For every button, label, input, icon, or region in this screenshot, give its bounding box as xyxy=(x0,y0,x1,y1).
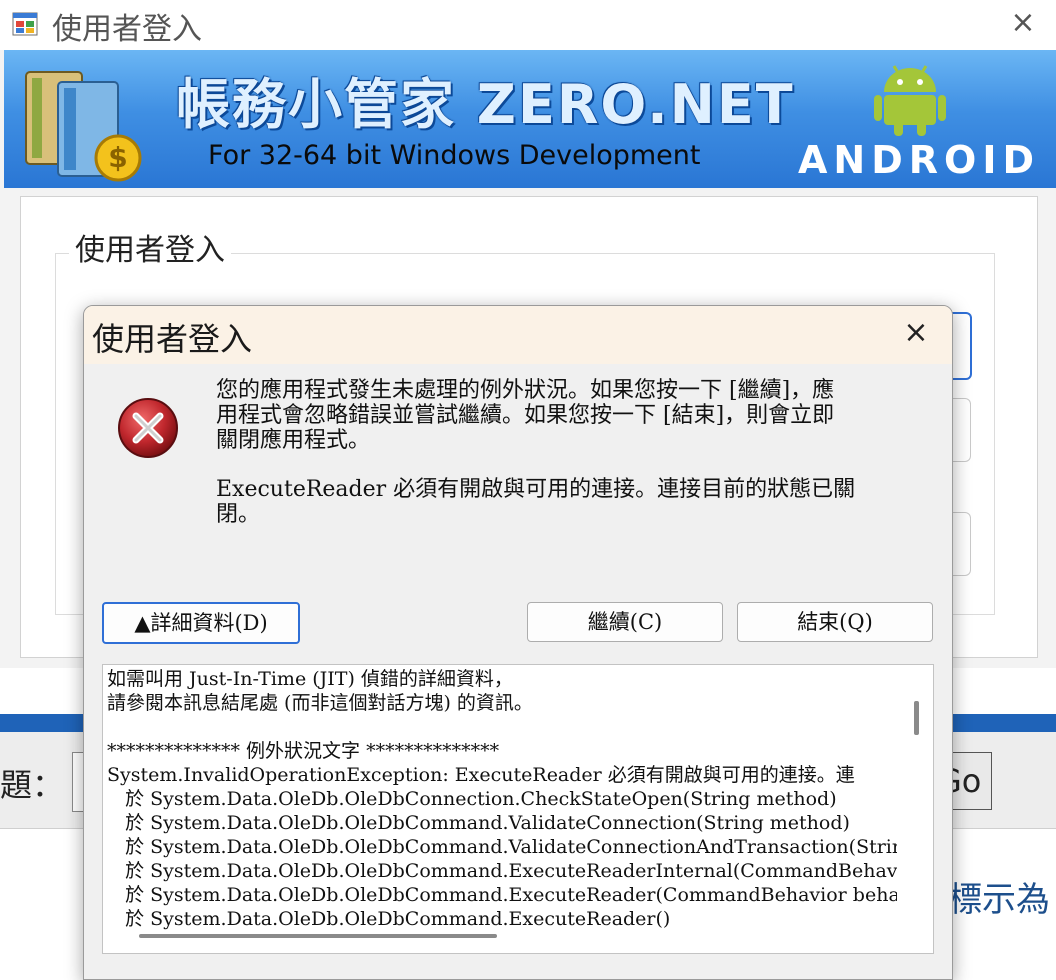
android-robot-icon xyxy=(874,65,946,136)
details-textbox[interactable]: 如需叫用 Just-In-Time (JIT) 偵錯的詳細資料， 請參閱本訊息結… xyxy=(102,664,934,954)
error-dialog-titlebar: 使用者登入 × xyxy=(84,306,952,364)
details-line: System.InvalidOperationException: Execut… xyxy=(107,764,855,786)
svg-text:$: $ xyxy=(108,141,127,174)
background-field-label: 題： xyxy=(0,766,65,804)
details-line: 如需叫用 Just-In-Time (JIT) 偵錯的詳細資料， xyxy=(107,668,513,690)
vertical-scrollbar-thumb[interactable] xyxy=(914,701,919,735)
error-detail-line: 閉。 xyxy=(216,502,261,527)
error-dialog: 使用者登入 × 您的應用程式發生未處理的例外狀況。如果您按一下 [繼續]，應 用… xyxy=(83,305,953,980)
login-group-label: 使用者登入 xyxy=(69,225,231,269)
details-line: 於 System.Data.OleDb.OleDbCommand.Validat… xyxy=(107,836,897,858)
login-window-close-button[interactable]: × xyxy=(1006,4,1040,42)
details-line: 於 System.Data.OleDb.OleDbCommand.Execute… xyxy=(107,860,897,882)
continue-button[interactable]: 繼續(C) xyxy=(527,602,723,642)
banner-title: 帳務小管家 ZERO.NET xyxy=(176,73,795,136)
details-line: 於 System.Data.OleDb.OleDbCommand.Execute… xyxy=(107,908,671,930)
details-line: 於 System.Data.OleDb.OleDbCommand.Execute… xyxy=(107,884,897,906)
error-message-line: 用程式會忽略錯誤並嘗試繼續。如果您按一下 [結束]，則會立即 xyxy=(216,403,835,428)
error-message-line: 關閉應用程式。 xyxy=(216,428,371,453)
banner-subtitle: For 32-64 bit Windows Development xyxy=(208,140,701,171)
quit-button[interactable]: 結束(Q) xyxy=(737,602,933,642)
horizontal-scrollbar-thumb[interactable] xyxy=(139,934,497,938)
android-wordmark: ANDROID xyxy=(798,138,1041,182)
details-text: 如需叫用 Just-In-Time (JIT) 偵錯的詳細資料， 請參閱本訊息結… xyxy=(107,667,897,931)
error-dialog-close-button[interactable]: × xyxy=(892,312,940,354)
background-hint-text: 標示為 xyxy=(948,880,1050,920)
details-line: 請參閱本訊息結尾處 (而非這個對話方塊) 的資訊。 xyxy=(107,692,533,714)
error-icon xyxy=(118,398,178,458)
app-banner: $ 帳務小管家 ZERO.NET For 32-64 bit Windows D… xyxy=(4,50,1056,188)
details-line: ************** 例外狀況文字 ************** xyxy=(107,740,500,762)
details-toggle-button[interactable]: ▲詳細資料(D) xyxy=(102,602,300,644)
details-line: 於 System.Data.OleDb.OleDbCommand.Validat… xyxy=(107,812,850,834)
books-logo-icon: $ xyxy=(25,71,142,182)
details-line: 於 System.Data.OleDb.OleDbConnection.Chec… xyxy=(107,788,837,810)
error-detail-line: ExecuteReader 必須有開啟與可用的連接。連接目前的狀態已關 xyxy=(216,477,856,502)
login-window-titlebar: 使用者登入 × xyxy=(0,0,1056,50)
app-icon xyxy=(12,12,38,36)
error-message: 您的應用程式發生未處理的例外狀況。如果您按一下 [繼續]，應 用程式會忽略錯誤並… xyxy=(216,378,896,551)
login-window-title: 使用者登入 xyxy=(52,12,202,47)
error-dialog-title: 使用者登入 xyxy=(92,320,253,358)
error-message-line: 您的應用程式發生未處理的例外狀況。如果您按一下 [繼續]，應 xyxy=(216,378,835,403)
